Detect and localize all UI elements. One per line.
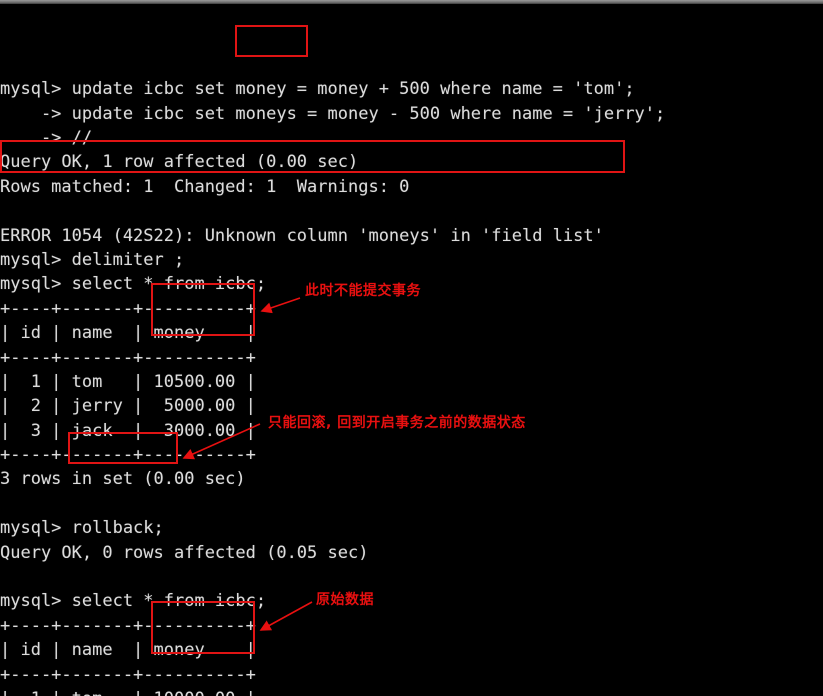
terminal-line: mysql> select * from icbc; [0, 274, 267, 295]
terminal-line: mysql> update icbc set money = money + 5… [0, 79, 635, 100]
terminal-line: | 1 | tom | 10500.00 | [0, 371, 256, 392]
terminal-line: | 3 | jack | 3000.00 | [0, 420, 256, 441]
terminal-line: | 2 | jerry | 5000.00 | [0, 396, 256, 417]
terminal-line: -> // [0, 128, 93, 148]
terminal-line: +----+-------+----------+ [0, 347, 256, 368]
terminal-line: | 1 | tom | 10000.00 | [0, 687, 823, 696]
terminal-line: +----+-------+----------+ [0, 298, 256, 319]
terminal-line: Query OK, 0 rows affected (0.05 sec) [0, 542, 369, 563]
terminal-line: Rows matched: 1 Changed: 1 Warnings: 0 [0, 176, 410, 197]
terminal-line: +----+-------+----------+ [0, 664, 256, 685]
terminal-output[interactable]: mysql> update icbc set money = money + 5… [0, 4, 823, 696]
terminal-window: mysql> update icbc set money = money + 5… [0, 0, 823, 696]
terminal-line: Query OK, 1 row affected (0.00 sec) [0, 152, 359, 173]
terminal-line: -> update icbc set moneys = money - 500 … [0, 103, 666, 124]
terminal-line: +----+-------+----------+ [0, 615, 256, 636]
terminal-line: 3 rows in set (0.00 sec) [0, 469, 246, 490]
terminal-line: mysql> delimiter ; [0, 249, 185, 270]
terminal-line: | id | name | money | [0, 640, 256, 661]
terminal-line: | id | name | money | [0, 323, 256, 344]
terminal-line: mysql> rollback; [0, 518, 164, 539]
terminal-line: mysql> select * from icbc; [0, 591, 267, 612]
terminal-line: ERROR 1054 (42S22): Unknown column 'mone… [0, 225, 604, 246]
terminal-line: +----+-------+----------+ [0, 445, 256, 466]
